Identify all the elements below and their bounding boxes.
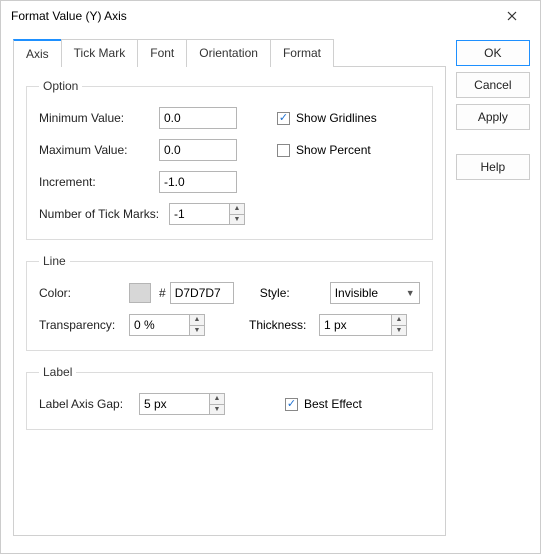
row-color-style: Color: # Style: Invisible ▼ xyxy=(39,282,420,304)
show-percent-checkbox[interactable]: Show Percent xyxy=(277,143,371,157)
min-value-input[interactable] xyxy=(159,107,237,129)
checkbox-icon xyxy=(277,112,290,125)
tab-label: Axis xyxy=(26,47,49,61)
group-line-legend: Line xyxy=(39,254,70,268)
thickness-spinner[interactable]: ▲ ▼ xyxy=(319,314,407,336)
thickness-input[interactable] xyxy=(319,314,391,336)
tab-label: Orientation xyxy=(199,46,258,60)
increment-label: Increment: xyxy=(39,175,159,189)
button-label: Help xyxy=(481,160,506,174)
tab-tick-mark[interactable]: Tick Mark xyxy=(61,39,139,67)
group-option: Option Minimum Value: Show Gridlines Max… xyxy=(26,79,433,240)
row-tick-marks: Number of Tick Marks: ▲ ▼ xyxy=(39,203,420,225)
tab-orientation[interactable]: Orientation xyxy=(186,39,271,67)
window-title: Format Value (Y) Axis xyxy=(11,9,492,23)
group-option-legend: Option xyxy=(39,79,82,93)
tab-font[interactable]: Font xyxy=(137,39,187,67)
spinner-buttons: ▲ ▼ xyxy=(391,314,407,336)
spacer xyxy=(456,136,530,148)
cancel-button[interactable]: Cancel xyxy=(456,72,530,98)
best-effect-checkbox[interactable]: Best Effect xyxy=(285,397,362,411)
label-gap-spinner[interactable]: ▲ ▼ xyxy=(139,393,225,415)
spinner-up[interactable]: ▲ xyxy=(229,203,245,214)
right-column: OK Cancel Apply Help xyxy=(456,39,530,543)
style-select[interactable]: Invisible ▼ xyxy=(330,282,420,304)
row-transparency-thickness: Transparency: ▲ ▼ Thickness: xyxy=(39,314,420,336)
spinner-down[interactable]: ▼ xyxy=(229,214,245,226)
transparency-input[interactable] xyxy=(129,314,189,336)
max-value-label: Maximum Value: xyxy=(39,143,159,157)
button-label: OK xyxy=(484,46,501,60)
spinner-down[interactable]: ▼ xyxy=(391,325,407,337)
close-icon xyxy=(507,11,517,21)
hash-symbol: # xyxy=(159,286,166,300)
color-hex-input[interactable] xyxy=(170,282,234,304)
label-gap-input[interactable] xyxy=(139,393,209,415)
spinner-down[interactable]: ▼ xyxy=(209,404,225,416)
color-swatch[interactable] xyxy=(129,283,151,303)
spinner-buttons: ▲ ▼ xyxy=(229,203,245,225)
dialog-body: Axis Tick Mark Font Orientation Format O… xyxy=(1,31,540,553)
group-line: Line Color: # Style: Invisible ▼ xyxy=(26,254,433,351)
group-label-legend: Label xyxy=(39,365,76,379)
thickness-label: Thickness: xyxy=(249,318,319,332)
left-column: Axis Tick Mark Font Orientation Format O… xyxy=(13,39,446,543)
color-controls: # xyxy=(129,282,234,304)
show-percent-label: Show Percent xyxy=(296,143,371,157)
tab-format[interactable]: Format xyxy=(270,39,334,67)
show-gridlines-checkbox[interactable]: Show Gridlines xyxy=(277,111,377,125)
dialog-window: Format Value (Y) Axis Axis Tick Mark Fon… xyxy=(0,0,541,554)
style-value: Invisible xyxy=(335,286,378,300)
spinner-up[interactable]: ▲ xyxy=(391,314,407,325)
spinner-up[interactable]: ▲ xyxy=(189,314,205,325)
spinner-up[interactable]: ▲ xyxy=(209,393,225,404)
spinner-buttons: ▲ ▼ xyxy=(209,393,225,415)
close-button[interactable] xyxy=(492,4,532,28)
spinner-down[interactable]: ▼ xyxy=(189,325,205,337)
row-max-value: Maximum Value: Show Percent xyxy=(39,139,420,161)
chevron-down-icon: ▼ xyxy=(406,288,415,298)
max-value-input[interactable] xyxy=(159,139,237,161)
increment-input[interactable] xyxy=(159,171,237,193)
row-increment: Increment: xyxy=(39,171,420,193)
tab-panel-axis: Option Minimum Value: Show Gridlines Max… xyxy=(13,66,446,536)
row-label-gap: Label Axis Gap: ▲ ▼ Best Effect xyxy=(39,393,420,415)
spinner-buttons: ▲ ▼ xyxy=(189,314,205,336)
tick-marks-input[interactable] xyxy=(169,203,229,225)
row-min-value: Minimum Value: Show Gridlines xyxy=(39,107,420,129)
button-label: Apply xyxy=(478,110,508,124)
transparency-spinner[interactable]: ▲ ▼ xyxy=(129,314,205,336)
transparency-label: Transparency: xyxy=(39,318,129,332)
button-label: Cancel xyxy=(474,78,511,92)
tick-marks-spinner[interactable]: ▲ ▼ xyxy=(169,203,245,225)
style-label: Style: xyxy=(260,286,330,300)
group-label: Label Label Axis Gap: ▲ ▼ xyxy=(26,365,433,430)
tab-strip: Axis Tick Mark Font Orientation Format xyxy=(13,39,446,67)
show-gridlines-label: Show Gridlines xyxy=(296,111,377,125)
label-gap-label: Label Axis Gap: xyxy=(39,397,139,411)
help-button[interactable]: Help xyxy=(456,154,530,180)
min-value-label: Minimum Value: xyxy=(39,111,159,125)
checkbox-icon xyxy=(285,398,298,411)
best-effect-label: Best Effect xyxy=(304,397,362,411)
tab-label: Font xyxy=(150,46,174,60)
titlebar: Format Value (Y) Axis xyxy=(1,1,540,31)
tab-axis[interactable]: Axis xyxy=(13,39,62,67)
tab-label: Format xyxy=(283,46,321,60)
color-label: Color: xyxy=(39,286,129,300)
tab-label: Tick Mark xyxy=(74,46,126,60)
tick-marks-label: Number of Tick Marks: xyxy=(39,207,169,221)
checkbox-icon xyxy=(277,144,290,157)
ok-button[interactable]: OK xyxy=(456,40,530,66)
apply-button[interactable]: Apply xyxy=(456,104,530,130)
